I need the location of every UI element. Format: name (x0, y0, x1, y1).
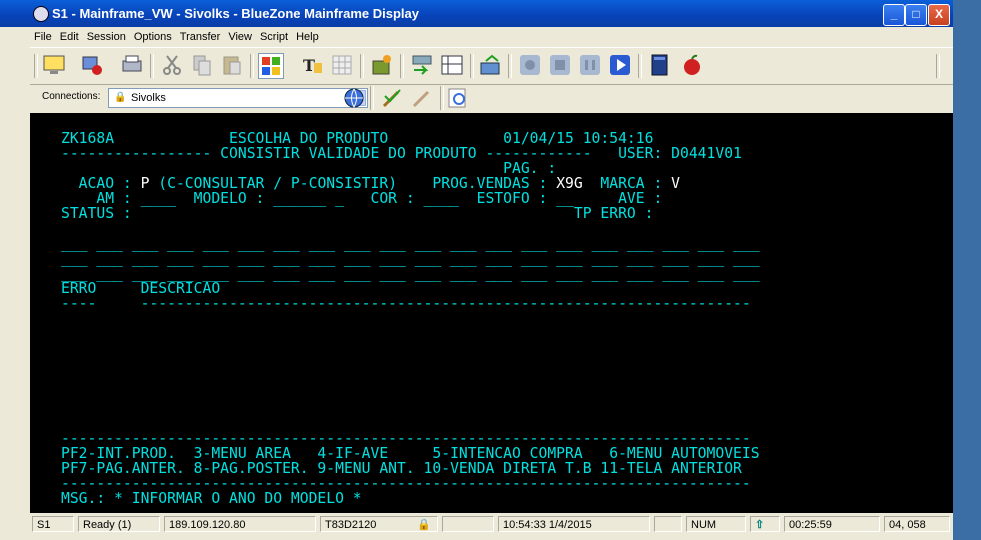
text-tool-icon[interactable]: T (300, 53, 324, 77)
apple-icon[interactable] (680, 53, 704, 77)
terminal-line: ZK168A ESCOLHA DO PRODUTO 01/04/15 10:54… (61, 131, 653, 146)
toolbar: T (30, 47, 953, 85)
lock-icon: 🔒 (417, 519, 431, 531)
paste-icon[interactable] (220, 53, 244, 77)
terminal-line: ERRO DESCRICAO (61, 281, 220, 296)
terminal-line: PAG. : (61, 161, 556, 176)
status-lu-text: T83D2120 (325, 519, 377, 531)
terminal-line: PF2-INT.PROD. 3-MENU AREA 4-IF-AVE 5-INT… (61, 446, 760, 461)
terminal-line: ----------------------------------------… (61, 476, 751, 491)
terminal-line: STATUS : TP ERRO : (61, 206, 653, 221)
disconnect-icon[interactable] (80, 53, 104, 77)
menu-transfer[interactable]: Transfer (176, 28, 225, 46)
export-icon[interactable] (478, 53, 502, 77)
status-bar: S1 Ready (1) 189.109.120.80 T83D2120 🔒 10… (30, 514, 953, 536)
terminal-line: MSG.: * INFORMAR O ANO DO MODELO * (61, 491, 362, 506)
status-blank (442, 516, 494, 532)
shift-up-icon: ⇧ (750, 516, 780, 532)
toolbar-separator (250, 54, 254, 78)
status-session: S1 (32, 516, 74, 532)
terminal-line: AM : ____ MODELO : ______ _ COR : ____ E… (61, 191, 662, 206)
stop-icon[interactable] (548, 53, 572, 77)
disconnect-wand-icon[interactable] (410, 86, 434, 110)
globe-icon[interactable] (342, 86, 366, 110)
grid-icon[interactable] (330, 53, 354, 77)
menu-help[interactable]: Help (292, 28, 323, 46)
windows-icon[interactable] (258, 53, 284, 79)
toolbar-separator (400, 54, 404, 78)
terminal-line: ___ ___ ___ ___ ___ ___ ___ ___ ___ ___ … (61, 236, 760, 251)
transfer-send-icon[interactable] (410, 53, 434, 77)
lock-icon: 🔒 (114, 92, 127, 103)
window-title: S1 - Mainframe_VW - Sivolks - BlueZone M… (52, 6, 419, 21)
window-frame-left (0, 27, 30, 540)
connections-selected: Sivolks (131, 92, 166, 104)
terminal-screen[interactable]: ZK168A ESCOLHA DO PRODUTO 01/04/15 10:54… (30, 113, 953, 513)
desktop-background (953, 0, 981, 540)
menu-options[interactable]: Options (130, 28, 176, 46)
minimize-button[interactable]: _ (883, 4, 905, 26)
menu-view[interactable]: View (224, 28, 256, 46)
menu-script[interactable]: Script (256, 28, 292, 46)
terminal-line: PF7-PAG.ANTER. 8-PAG.POSTER. 9-MENU ANT.… (61, 461, 742, 476)
toolbar-separator (638, 54, 642, 78)
connections-label: Connections: (42, 91, 101, 102)
menu-edit[interactable]: Edit (56, 28, 83, 46)
book-icon[interactable] (648, 53, 672, 77)
terminal-line: ----------------------------------------… (61, 431, 751, 446)
terminal-text: MSG.: * INFORMAR O ANO DO MODELO * (61, 490, 362, 507)
menu-session[interactable]: Session (83, 28, 130, 46)
terminal-line: ---- -----------------------------------… (61, 296, 751, 311)
monitor-icon[interactable] (42, 53, 66, 77)
app-window: S1 - Mainframe_VW - Sivolks - BlueZone M… (0, 0, 953, 540)
pause-icon[interactable] (578, 53, 602, 77)
terminal-line: ___ ___ ___ ___ ___ ___ ___ ___ ___ ___ … (61, 251, 760, 266)
terminal-line: ACAO : P (C-CONSULTAR / P-CONSISTIR) PRO… (61, 176, 680, 191)
status-cursor: 04, 058 (884, 516, 950, 532)
copy-icon[interactable] (190, 53, 214, 77)
toolbar-separator (360, 54, 364, 78)
terminal-text: ---- -----------------------------------… (61, 295, 751, 312)
status-state: Ready (1) (78, 516, 160, 532)
status-datetime: 10:54:33 1/4/2015 (498, 516, 650, 532)
terminal-line: ----------------- CONSISTIR VALIDADE DO … (61, 146, 742, 161)
close-button[interactable]: X (928, 4, 950, 26)
record-icon[interactable] (518, 53, 542, 77)
terminal-field-value[interactable]: V (671, 175, 680, 192)
cut-icon[interactable] (160, 53, 184, 77)
toolbar-separator (150, 54, 154, 78)
connections-bar: Connections: 🔒 Sivolks ▼ (30, 84, 953, 112)
print-icon[interactable] (120, 53, 144, 77)
toolbar-separator (508, 54, 512, 78)
svg-text:T: T (303, 56, 315, 75)
toolbar-separator (370, 86, 374, 110)
zoom-icon[interactable] (446, 86, 470, 110)
column-icon[interactable] (440, 53, 464, 77)
terminal-line: ___ ___ ___ ___ ___ ___ ___ ___ ___ ___ … (61, 266, 760, 281)
maximize-button[interactable]: □ (905, 4, 927, 26)
status-elapsed: 00:25:59 (784, 516, 880, 532)
toolbar-separator (34, 54, 38, 78)
status-lu: T83D2120 🔒 (320, 516, 438, 532)
title-bar[interactable]: S1 - Mainframe_VW - Sivolks - BlueZone M… (0, 0, 953, 27)
connect-icon[interactable] (380, 86, 404, 110)
status-blank2 (654, 516, 682, 532)
status-ip: 189.109.120.80 (164, 516, 316, 532)
terminal-text: STATUS : TP ERRO : (61, 205, 654, 222)
toolbar-separator (470, 54, 474, 78)
macro-icon[interactable] (370, 53, 394, 77)
toolbar-separator (440, 86, 444, 110)
status-num: NUM (686, 516, 746, 532)
app-icon[interactable] (33, 6, 49, 22)
menu-file[interactable]: File (30, 28, 56, 46)
toolbar-separator (936, 54, 940, 78)
play-icon[interactable] (608, 53, 632, 77)
menu-bar: File Edit Session Options Transfer View Script… (30, 27, 953, 47)
connections-dropdown[interactable]: 🔒 Sivolks ▼ (108, 88, 368, 108)
